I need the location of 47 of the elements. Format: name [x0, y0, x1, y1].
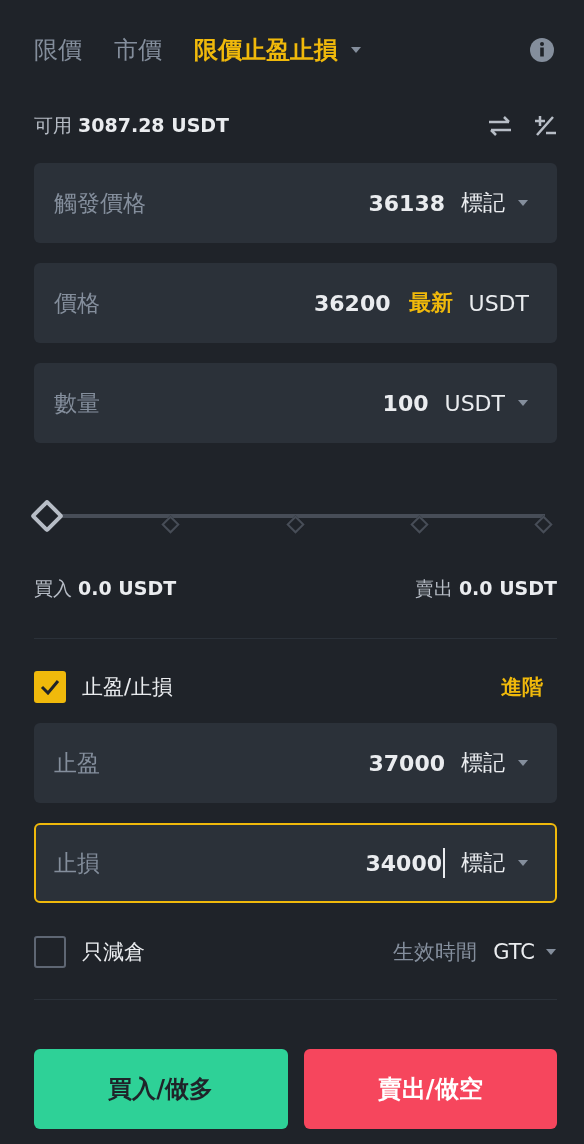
unit-label: 標記: [461, 749, 505, 777]
buy-button[interactable]: 買入/做多: [34, 1049, 288, 1129]
text-cursor: [443, 848, 445, 878]
input-field[interactable]: 止損 34000 標記: [34, 823, 557, 903]
buy-amount: 買入 0.0 USDT: [34, 576, 177, 601]
checkbox-label: 止盈/止損: [82, 674, 174, 701]
unit-label: 標記: [461, 849, 505, 877]
checkbox[interactable]: [34, 936, 66, 968]
caret-icon: [517, 199, 529, 207]
unit-label: USDT: [444, 390, 505, 416]
info-icon[interactable]: [529, 37, 555, 63]
swap-icon[interactable]: [487, 115, 513, 137]
checkbox-label: 只減倉: [82, 939, 145, 966]
order-type-tab[interactable]: 市價: [114, 34, 162, 66]
field-value: 37000: [368, 750, 445, 776]
order-type-tab[interactable]: 限價: [34, 34, 82, 66]
field-label: 止盈: [54, 748, 101, 778]
checkbox[interactable]: [34, 671, 66, 703]
caret-icon: [545, 948, 557, 956]
order-type-tab[interactable]: 限價止盈止損: [194, 34, 362, 66]
sell-amount: 賣出 0.0 USDT: [414, 576, 557, 601]
caret-icon: [517, 399, 529, 407]
time-in-force-dropdown[interactable]: GTC: [493, 940, 557, 964]
field-value: 36138: [368, 190, 445, 216]
sell-button[interactable]: 賣出/做空: [303, 1049, 557, 1129]
latest-link[interactable]: 最新: [408, 288, 453, 318]
field-value: 100: [382, 390, 429, 416]
field-label: 數量: [54, 388, 101, 418]
unit-label: 標記: [461, 189, 505, 217]
time-in-force-label: 生效時間: [393, 939, 478, 966]
field-value: 34000: [365, 850, 442, 876]
unit-label: USDT: [468, 290, 529, 316]
field-label: 價格: [54, 288, 101, 318]
field-value: 36200: [314, 290, 391, 316]
caret-icon: [517, 759, 529, 767]
input-field[interactable]: 數量 100 USDT: [34, 363, 557, 443]
field-label: 止損: [54, 848, 101, 878]
caret-icon: [350, 46, 362, 54]
caret-icon: [517, 859, 529, 867]
available-balance: 可用 3087.28 USDT: [34, 113, 230, 138]
check-icon: [40, 679, 60, 695]
input-field[interactable]: 價格 36200 最新 USDT: [34, 263, 557, 343]
plus-minus-icon[interactable]: [533, 114, 557, 138]
field-label: 觸發價格: [54, 188, 147, 218]
input-field[interactable]: 觸發價格 36138 標記: [34, 163, 557, 243]
input-field[interactable]: 止盈 37000 標記: [34, 723, 557, 803]
advanced-link[interactable]: 進階: [501, 673, 543, 701]
